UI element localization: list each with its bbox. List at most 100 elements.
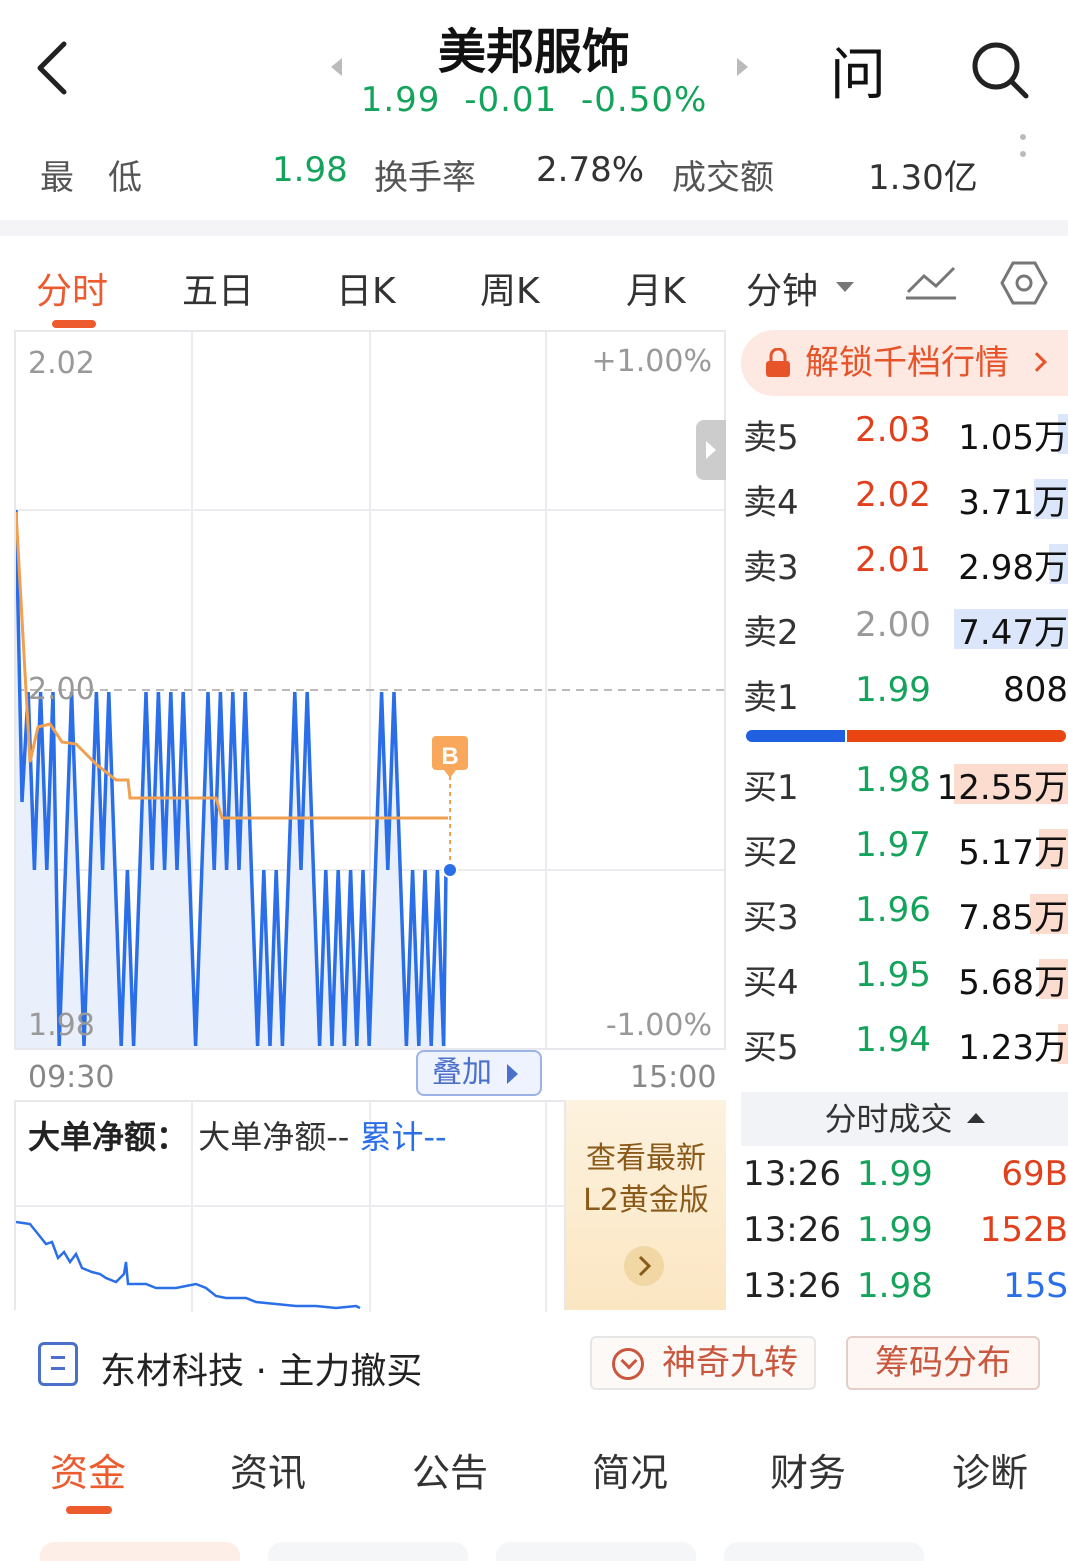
- ask-row[interactable]: 卖5 2.03 1.05万: [741, 410, 1068, 460]
- expand-handle[interactable]: [696, 420, 726, 480]
- order-level-label: 买4: [743, 963, 799, 1003]
- order-volume: 2.98万: [958, 548, 1068, 588]
- order-price: 1.97: [855, 825, 931, 865]
- chevron-down-icon[interactable]: [836, 282, 854, 292]
- amount-value: 1.30亿: [868, 158, 978, 198]
- bid-row[interactable]: 买1 1.98 12.55万: [741, 760, 1068, 810]
- large-order-title: 大单净额： 大单净额-- 累计--: [28, 1112, 447, 1158]
- low-label: 最 低: [40, 158, 142, 198]
- chip-distribution-button[interactable]: 筹码分布: [846, 1336, 1040, 1390]
- bid-row[interactable]: 买4 1.95 5.68万: [741, 955, 1068, 1005]
- order-level-label: 买3: [743, 898, 799, 938]
- next-stock-arrow[interactable]: [737, 58, 748, 76]
- section-divider: [0, 220, 1068, 236]
- tab-daily-k[interactable]: 日K: [336, 262, 396, 314]
- order-price: 1.95: [855, 955, 931, 995]
- tab-profile[interactable]: 简况: [592, 1442, 668, 1497]
- overlay-button[interactable]: 叠加: [416, 1050, 542, 1096]
- y-axis-top-label: 2.02: [28, 346, 95, 381]
- l2-line-1: 查看最新: [586, 1141, 706, 1176]
- nine-turn-label: 神奇九转: [662, 1343, 798, 1383]
- tab-funds[interactable]: 资金: [50, 1442, 126, 1497]
- lock-icon: [766, 348, 790, 377]
- trade-time: 13:26: [743, 1266, 841, 1306]
- ask-row[interactable]: 卖2 2.00 7.47万: [741, 605, 1068, 655]
- ask-row[interactable]: 卖3 2.01 2.98万: [741, 540, 1068, 590]
- settings-hexagon-icon[interactable]: [1000, 260, 1048, 306]
- order-volume: 5.68万: [958, 963, 1068, 1003]
- ask-button[interactable]: 问: [830, 30, 886, 111]
- y-axis-mid-label: 2.00: [28, 672, 95, 707]
- bid-row[interactable]: 买5 1.94 1.23万: [741, 1020, 1068, 1070]
- amount-label: 成交额: [672, 158, 774, 198]
- indicator-line-icon[interactable]: [904, 262, 958, 302]
- price-change-pct: -0.50%: [581, 80, 708, 120]
- tab-five-day[interactable]: 五日: [182, 262, 254, 314]
- large-order-net: 大单净额--: [198, 1118, 350, 1156]
- buy-marker-label: B: [441, 743, 458, 770]
- l2-line-2: L2黄金版: [583, 1183, 709, 1218]
- ask-row[interactable]: 卖4 2.02 3.71万: [741, 475, 1068, 525]
- trade-row: 13:26 1.98 15S: [741, 1266, 1068, 1312]
- large-order-heading: 大单净额: [28, 1118, 157, 1156]
- order-volume: 5.17万: [958, 833, 1068, 873]
- tick-trades-header[interactable]: 分时成交: [741, 1092, 1068, 1146]
- ask-row[interactable]: 卖1 1.99 808: [741, 670, 1068, 720]
- stock-name: 美邦服饰: [437, 24, 630, 80]
- order-price: 2.03: [855, 410, 931, 450]
- buy-ratio-segment: [847, 730, 1066, 742]
- card-peek: [724, 1542, 924, 1561]
- order-volume: 3.71万: [958, 483, 1068, 523]
- tab-news[interactable]: 资讯: [230, 1442, 306, 1497]
- pct-axis-top-label: +1.00%: [591, 344, 712, 379]
- order-volume: 7.85万: [958, 898, 1068, 938]
- caret-up-icon: [966, 1113, 985, 1123]
- order-level-label: 买2: [743, 833, 799, 873]
- tab-weekly-k[interactable]: 周K: [480, 262, 540, 314]
- tab-diagnosis[interactable]: 诊断: [952, 1442, 1028, 1497]
- bottom-tab-active-indicator: [66, 1506, 112, 1514]
- stats-row: 最 低 1.98 换手率 2.78% 成交额 1.30亿: [0, 150, 1068, 200]
- price-change: -0.01: [464, 80, 558, 120]
- play-arrow-icon: [507, 1064, 518, 1084]
- turnover-label: 换手率: [374, 158, 476, 198]
- l2-upgrade-card[interactable]: 查看最新 L2黄金版: [566, 1100, 726, 1310]
- order-price: 1.96: [855, 890, 931, 930]
- order-price: 2.01: [855, 540, 931, 580]
- chevron-right-circle-icon[interactable]: [624, 1246, 664, 1286]
- bid-row[interactable]: 买2 1.97 5.17万: [741, 825, 1068, 875]
- trade-price: 1.99: [857, 1210, 933, 1250]
- l2-upgrade-text: 查看最新 L2黄金版: [566, 1138, 726, 1222]
- time-axis-start: 09:30: [28, 1060, 115, 1095]
- y-axis-bottom-label: 1.98: [28, 1008, 95, 1043]
- time-axis-end: 15:00: [630, 1060, 717, 1095]
- last-price-dot: [442, 862, 458, 878]
- trade-volume: 69B: [1001, 1154, 1068, 1194]
- tab-monthly-k[interactable]: 月K: [626, 262, 686, 314]
- large-order-cumulative: 累计--: [359, 1118, 447, 1156]
- nine-turn-button[interactable]: 神奇九转: [590, 1336, 816, 1390]
- order-price: 1.98: [855, 760, 931, 800]
- order-level-label: 买1: [743, 768, 799, 808]
- tab-financials[interactable]: 财务: [770, 1442, 846, 1497]
- tab-active-indicator: [52, 320, 96, 328]
- intraday-chart[interactable]: B 2.02 2.00 1.98 +1.00% -1.00%: [14, 330, 726, 1050]
- tab-announcements[interactable]: 公告: [412, 1442, 488, 1497]
- trade-price: 1.98: [857, 1266, 933, 1306]
- buy-sell-ratio-bar: [746, 730, 1066, 742]
- chevron-right-icon: [706, 441, 716, 459]
- news-headline[interactable]: 东材科技 · 主力撤买: [100, 1342, 422, 1394]
- tab-minute[interactable]: 分钟: [746, 262, 818, 314]
- tab-intraday[interactable]: 分时: [36, 262, 108, 314]
- order-level-label: 卖3: [743, 548, 799, 588]
- order-level-label: 卖4: [743, 483, 799, 523]
- turnover-value: 2.78%: [536, 150, 645, 190]
- order-price: 1.99: [855, 670, 931, 710]
- unlock-depth-button[interactable]: 解锁千档行情: [741, 330, 1068, 396]
- order-price: 2.02: [855, 475, 931, 515]
- order-volume: 808: [1003, 670, 1068, 710]
- order-volume: 1.23万: [958, 1028, 1068, 1068]
- search-icon[interactable]: [968, 38, 1032, 102]
- bid-row[interactable]: 买3 1.96 7.85万: [741, 890, 1068, 940]
- low-value: 1.98: [272, 150, 348, 190]
